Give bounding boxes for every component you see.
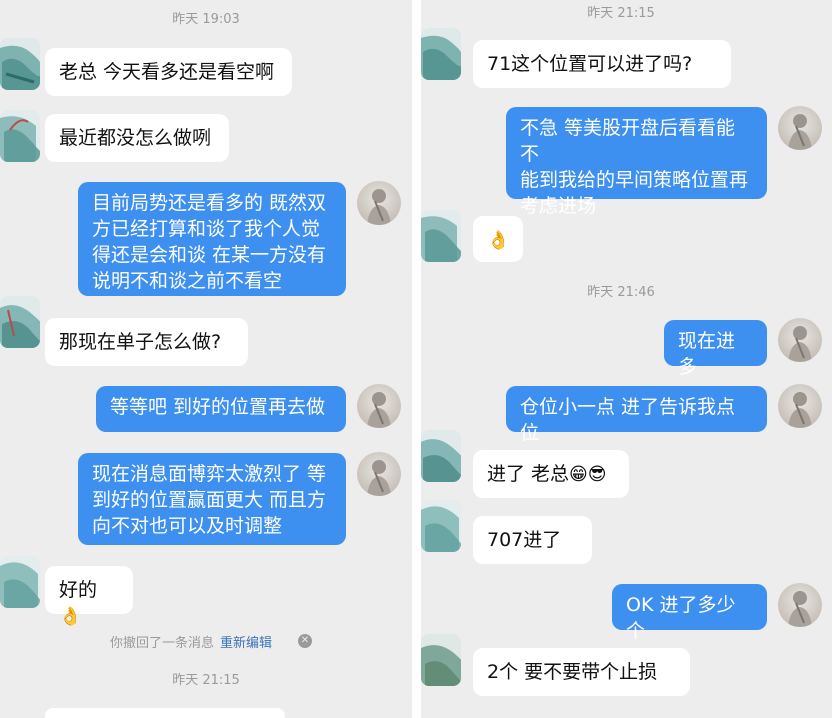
painted-avatar-icon — [421, 634, 461, 686]
panel-divider — [412, 0, 421, 718]
timestamp: 昨天 21:15 — [587, 6, 655, 21]
grin-sunglasses-emoji: 😁😎 — [569, 464, 607, 485]
portrait-avatar-icon — [788, 114, 812, 150]
chat-panel-left: 昨天 19:03 老总 今天看多还是看空啊 最近都没怎么做咧 目前局势还是看多的… — [0, 0, 412, 718]
contact-avatar[interactable] — [0, 556, 40, 608]
painted-avatar-icon — [421, 500, 461, 552]
timestamp: 昨天 19:03 — [172, 12, 240, 27]
painted-avatar-icon — [0, 110, 40, 162]
message-bubble-incoming[interactable]: 最近都没怎么做咧 — [45, 114, 229, 162]
contact-avatar[interactable] — [0, 296, 40, 348]
user-avatar[interactable] — [778, 384, 822, 428]
portrait-avatar-icon — [788, 326, 812, 362]
contact-avatar[interactable] — [421, 500, 461, 552]
portrait-avatar-icon — [788, 591, 812, 627]
chat-panel-right: 昨天 21:15 71这个位置可以进了吗? 不急 等美股开盘后看看能不 能到我给… — [421, 0, 832, 718]
ok-hand-emoji: 👌 — [59, 606, 82, 627]
message-bubble-incoming[interactable]: 进了 老总😁😎 — [473, 450, 629, 498]
portrait-avatar-icon — [367, 460, 391, 496]
painted-avatar-icon — [421, 210, 461, 262]
portrait-avatar-icon — [788, 392, 812, 428]
painted-avatar-icon — [0, 296, 40, 348]
painted-avatar-icon — [0, 38, 40, 90]
message-bubble-incoming[interactable]: 2个 要不要带个止损 — [473, 648, 690, 696]
message-bubble-outgoing[interactable]: 等等吧 到好的位置再去做 — [96, 386, 346, 432]
message-bubble-partial — [45, 708, 285, 718]
portrait-avatar-icon — [367, 189, 391, 225]
message-bubble-incoming[interactable]: 707进了 — [473, 516, 592, 564]
user-avatar[interactable] — [357, 181, 401, 225]
close-circle-icon[interactable]: ✕ — [298, 634, 312, 648]
contact-avatar[interactable] — [0, 38, 40, 90]
painted-avatar-icon — [421, 430, 461, 482]
painted-avatar-icon — [0, 556, 40, 608]
re-edit-link[interactable]: 重新编辑 — [220, 636, 272, 651]
user-avatar[interactable] — [778, 106, 822, 150]
contact-avatar[interactable] — [421, 430, 461, 482]
portrait-avatar-icon — [367, 392, 391, 428]
message-bubble-outgoing[interactable]: 不急 等美股开盘后看看能不 能到我给的早间策略位置再 考虑进场 — [506, 107, 767, 217]
message-bubble-outgoing[interactable]: 现在进多 — [664, 320, 767, 378]
recall-notice: 你撤回了一条消息 重新编辑 — [110, 632, 272, 651]
message-bubble-incoming[interactable]: 那现在单子怎么做? — [45, 318, 248, 366]
user-avatar[interactable] — [778, 318, 822, 362]
user-avatar[interactable] — [357, 384, 401, 428]
message-bubble-incoming[interactable]: 👌 — [473, 216, 523, 262]
message-text: 进了 老总 — [487, 463, 570, 485]
message-bubble-outgoing[interactable]: 仓位小一点 进了告诉我点位 — [506, 386, 767, 444]
user-avatar[interactable] — [778, 583, 822, 627]
contact-avatar[interactable] — [0, 110, 40, 162]
contact-avatar[interactable] — [421, 28, 461, 80]
message-bubble-incoming[interactable]: 老总 今天看多还是看空啊 — [45, 48, 292, 96]
user-avatar[interactable] — [357, 452, 401, 496]
ok-hand-emoji: 👌 — [487, 230, 510, 251]
timestamp: 昨天 21:15 — [172, 673, 240, 688]
contact-avatar[interactable] — [421, 210, 461, 262]
message-bubble-incoming[interactable]: 好的 👌 — [45, 566, 133, 627]
message-bubble-incoming[interactable]: 71这个位置可以进了吗? — [473, 40, 731, 88]
message-bubble-outgoing[interactable]: OK 进了多少个 — [612, 584, 767, 642]
recall-text: 你撤回了一条消息 — [110, 636, 215, 651]
painted-avatar-icon — [421, 28, 461, 80]
message-bubble-outgoing[interactable]: 现在消息面博弈太激烈了 等 到好的位置赢面更大 而且方 向不对也可以及时调整 — [78, 453, 346, 545]
message-bubble-outgoing[interactable]: 目前局势还是看多的 既然双 方已经打算和谈了我个人觉 得还是会和谈 在某一方没有… — [78, 182, 346, 296]
message-text: 好的 — [59, 579, 98, 601]
contact-avatar[interactable] — [421, 634, 461, 686]
timestamp: 昨天 21:46 — [587, 285, 655, 300]
